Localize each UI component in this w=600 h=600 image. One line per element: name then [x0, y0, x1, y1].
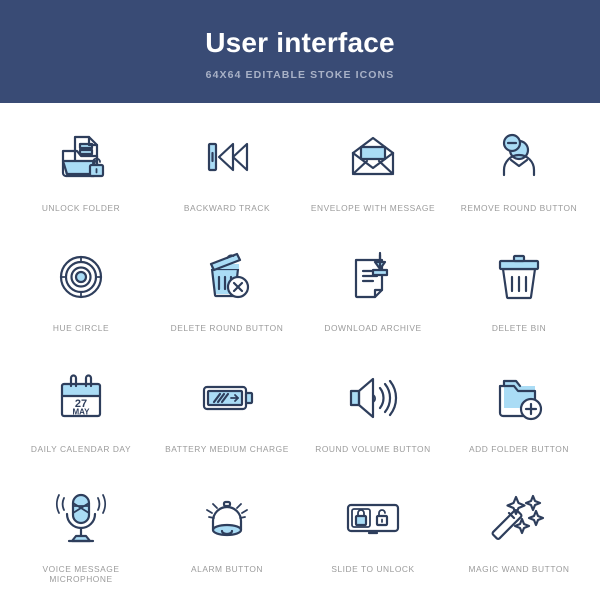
daily-calendar-day-icon: 27 MAY [49, 366, 113, 430]
icon-label: hue circle [52, 323, 110, 334]
alarm-button-icon [195, 486, 259, 550]
icon-label: alarm button [190, 563, 264, 574]
round-volume-button-icon [341, 366, 405, 430]
page-title: User interface [205, 27, 395, 59]
icon-cell-add-folder-button[interactable]: add folder button [446, 350, 592, 470]
voice-message-microphone-icon [49, 486, 113, 550]
page-subtitle: 64X64 EDITABLE STOKE ICONS [205, 68, 395, 81]
add-folder-button-icon [487, 366, 551, 430]
backward-track-icon [195, 125, 259, 189]
hue-circle-icon [49, 245, 113, 309]
icon-label: envelope with message [310, 203, 436, 213]
icon-label: remove round button [460, 203, 578, 213]
download-archive-icon [341, 245, 405, 309]
icon-cell-remove-round-button[interactable]: remove round button [446, 109, 592, 229]
icon-cell-delete-round-button[interactable]: delete round button [154, 229, 300, 349]
icon-label: voice message microphone [42, 563, 120, 584]
icon-label: round volume button [315, 443, 431, 454]
icon-cell-alarm-button[interactable]: alarm button [154, 470, 300, 590]
icon-label: download archive [324, 323, 422, 334]
icon-cell-battery-medium-charge[interactable]: battery medium charge [154, 350, 300, 470]
icon-label: add folder button [469, 443, 569, 454]
icon-cell-delete-bin[interactable]: delete bin [446, 229, 592, 349]
icon-label: battery medium charge [165, 443, 289, 454]
icon-cell-slide-to-unlock[interactable]: slide to unlock [300, 470, 446, 590]
icon-cell-voice-message-microphone[interactable]: voice message microphone [8, 470, 154, 590]
magic-wand-button-icon [487, 486, 551, 550]
icon-label: delete bin [491, 323, 547, 334]
delete-bin-icon [487, 245, 551, 309]
page-header: User interface 64X64 EDITABLE STOKE ICON… [0, 0, 600, 103]
battery-medium-charge-icon [195, 366, 259, 430]
delete-round-button-icon [195, 245, 259, 309]
icon-label: backward track [183, 203, 271, 213]
icon-cell-daily-calendar-day[interactable]: 27 MAY daily calendar day [8, 350, 154, 470]
icon-set-page: User interface 64X64 EDITABLE STOKE ICON… [0, 0, 600, 600]
icon-cell-envelope-with-message[interactable]: envelope with message [300, 109, 446, 229]
icon-cell-hue-circle[interactable]: hue circle [8, 229, 154, 349]
icon-label: magic wand button [468, 563, 570, 574]
icon-label: slide to unlock [331, 563, 415, 574]
icon-label: daily calendar day [30, 443, 132, 454]
calendar-month-text: MAY [72, 407, 90, 416]
icon-grid: unlock folder backward track [0, 103, 600, 600]
slide-to-unlock-icon [341, 486, 405, 550]
icon-cell-backward-track[interactable]: backward track [154, 109, 300, 229]
icon-cell-unlock-folder[interactable]: unlock folder [8, 109, 154, 229]
unlock-folder-icon [49, 125, 113, 189]
icon-label: delete round button [170, 323, 284, 334]
icon-cell-round-volume-button[interactable]: round volume button [300, 350, 446, 470]
icon-label: unlock folder [41, 203, 121, 213]
envelope-with-message-icon [341, 125, 405, 189]
remove-round-button-icon [487, 125, 551, 189]
icon-cell-magic-wand-button[interactable]: magic wand button [446, 470, 592, 590]
icon-cell-download-archive[interactable]: download archive [300, 229, 446, 349]
